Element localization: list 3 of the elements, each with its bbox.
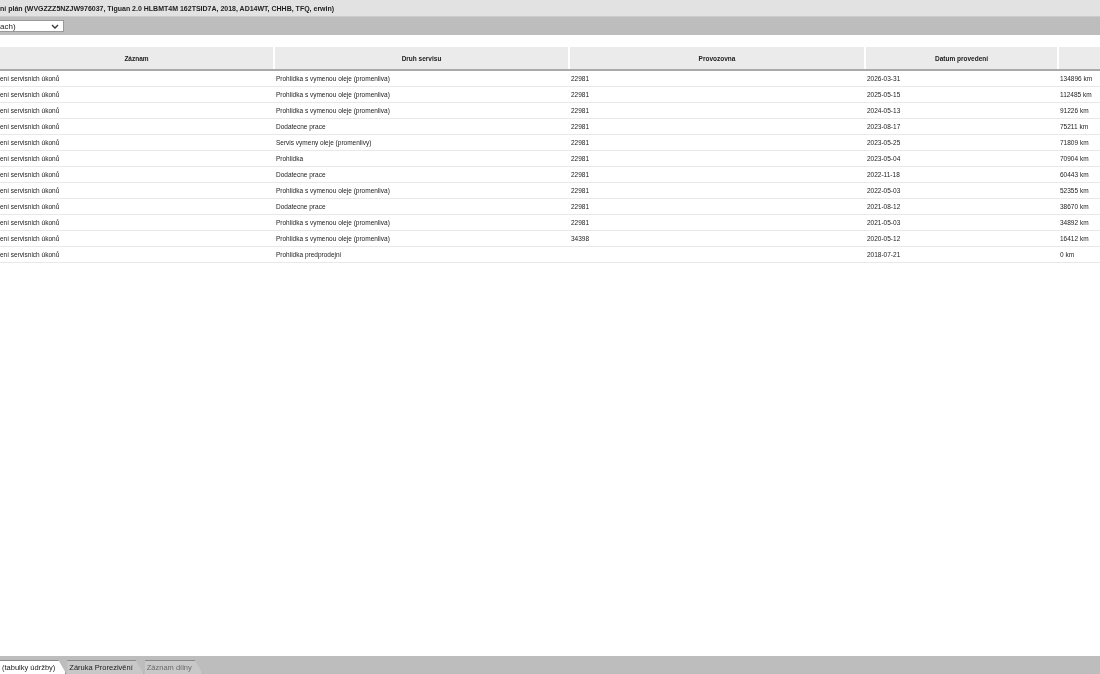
column-header[interactable] bbox=[1058, 47, 1100, 70]
caret-icon bbox=[51, 23, 59, 29]
filter-dropdown[interactable]: ach) bbox=[0, 20, 64, 32]
